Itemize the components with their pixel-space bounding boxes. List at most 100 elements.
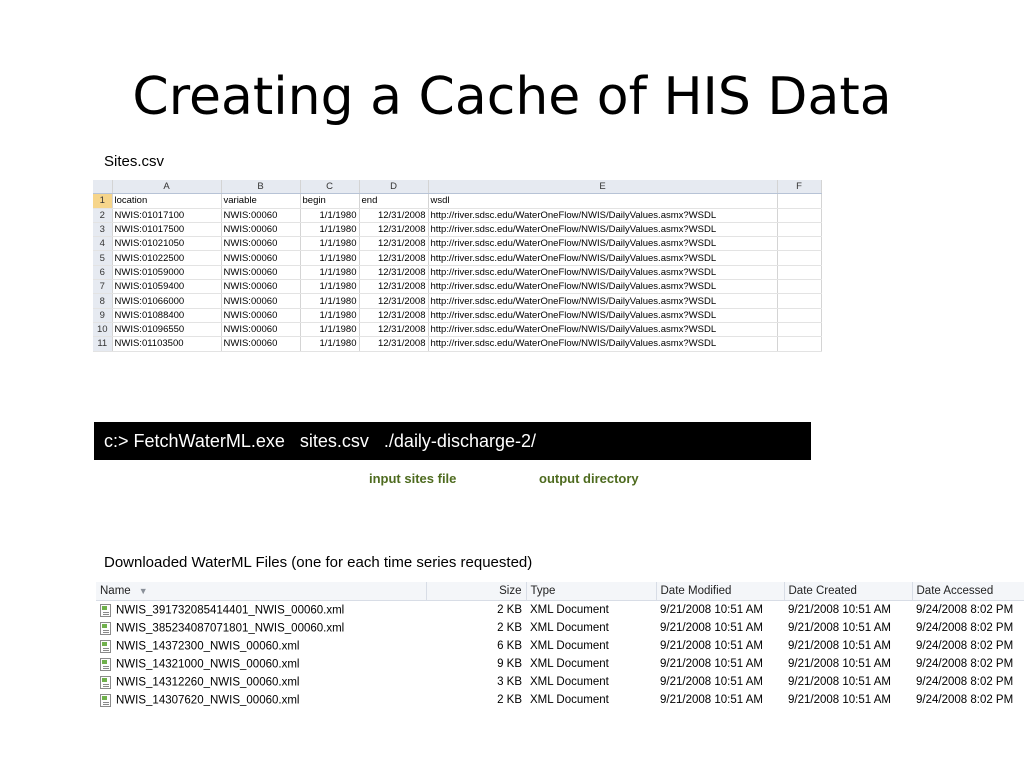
cell-begin[interactable]: 1/1/1980 — [300, 322, 360, 338]
row-number[interactable]: 9 — [93, 308, 113, 323]
cell-begin[interactable]: 1/1/1980 — [300, 265, 360, 281]
column-header-e[interactable]: E — [428, 180, 778, 195]
row-number[interactable]: 5 — [93, 250, 113, 266]
column-date-modified[interactable]: Date Modified — [656, 582, 785, 601]
cell-begin[interactable]: begin — [300, 193, 360, 209]
cell-location[interactable]: NWIS:01017100 — [112, 208, 222, 223]
row-number[interactable]: 1 — [93, 193, 113, 209]
cell-empty[interactable] — [777, 193, 822, 209]
cell-end[interactable]: 12/31/2008 — [359, 308, 429, 323]
cell-empty[interactable] — [777, 293, 822, 309]
cell-end[interactable]: 12/31/2008 — [359, 279, 429, 295]
cell-empty[interactable] — [777, 336, 822, 352]
cell-wsdl[interactable]: http://river.sdsc.edu/WaterOneFlow/NWIS/… — [428, 336, 778, 352]
cell-begin[interactable]: 1/1/1980 — [300, 222, 360, 238]
cell-end[interactable]: 12/31/2008 — [359, 265, 429, 281]
cell-variable[interactable]: variable — [221, 193, 301, 209]
cell-wsdl[interactable]: http://river.sdsc.edu/WaterOneFlow/NWIS/… — [428, 308, 778, 323]
cell-location[interactable]: NWIS:01103500 — [112, 336, 222, 352]
cell-variable[interactable]: NWIS:00060 — [221, 265, 301, 281]
column-header-c[interactable]: C — [300, 180, 360, 195]
row-number[interactable]: 4 — [93, 236, 113, 252]
cell-end[interactable]: 12/31/2008 — [359, 336, 429, 352]
cell-location[interactable]: NWIS:01021050 — [112, 236, 222, 252]
file-row[interactable]: NWIS_385234087071801_NWIS_00060.xml 2 KB… — [96, 619, 1024, 637]
cell-empty[interactable] — [777, 236, 822, 252]
cell-wsdl[interactable]: http://river.sdsc.edu/WaterOneFlow/NWIS/… — [428, 222, 778, 238]
cell-location[interactable]: NWIS:01059400 — [112, 279, 222, 295]
cell-end[interactable]: 12/31/2008 — [359, 208, 429, 223]
cell-begin[interactable]: 1/1/1980 — [300, 208, 360, 223]
cell-variable[interactable]: NWIS:00060 — [221, 222, 301, 238]
column-size[interactable]: Size — [426, 582, 527, 601]
cell-begin[interactable]: 1/1/1980 — [300, 279, 360, 295]
cell-end[interactable]: 12/31/2008 — [359, 322, 429, 338]
cell-location[interactable]: NWIS:01088400 — [112, 308, 222, 323]
row-number[interactable]: 8 — [93, 293, 113, 309]
cell-variable[interactable]: NWIS:00060 — [221, 250, 301, 266]
column-date-accessed[interactable]: Date Accessed — [912, 582, 1024, 601]
column-type[interactable]: Type — [526, 582, 657, 601]
file-row[interactable]: NWIS_391732085414401_NWIS_00060.xml 2 KB… — [96, 601, 1024, 620]
select-all-corner[interactable] — [93, 180, 113, 195]
cell-variable[interactable]: NWIS:00060 — [221, 336, 301, 352]
cell-end[interactable]: 12/31/2008 — [359, 222, 429, 238]
file-row[interactable]: NWIS_14321000_NWIS_00060.xml 9 KB XML Do… — [96, 655, 1024, 673]
cell-empty[interactable] — [777, 308, 822, 323]
cell-empty[interactable] — [777, 279, 822, 295]
column-date-created[interactable]: Date Created — [784, 582, 913, 601]
cell-end[interactable]: 12/31/2008 — [359, 236, 429, 252]
cell-begin[interactable]: 1/1/1980 — [300, 293, 360, 309]
cell-location[interactable]: NWIS:01066000 — [112, 293, 222, 309]
cell-variable[interactable]: NWIS:00060 — [221, 308, 301, 323]
cell-wsdl[interactable]: wsdl — [428, 193, 778, 209]
row-number[interactable]: 3 — [93, 222, 113, 238]
file-name-cell[interactable]: NWIS_391732085414401_NWIS_00060.xml — [96, 601, 426, 620]
cell-empty[interactable] — [777, 322, 822, 338]
cell-begin[interactable]: 1/1/1980 — [300, 236, 360, 252]
cell-location[interactable]: location — [112, 193, 222, 209]
cell-variable[interactable]: NWIS:00060 — [221, 279, 301, 295]
cell-empty[interactable] — [777, 222, 822, 238]
cell-location[interactable]: NWIS:01017500 — [112, 222, 222, 238]
cell-end[interactable]: 12/31/2008 — [359, 293, 429, 309]
cell-wsdl[interactable]: http://river.sdsc.edu/WaterOneFlow/NWIS/… — [428, 265, 778, 281]
cell-end[interactable]: 12/31/2008 — [359, 250, 429, 266]
row-number[interactable]: 6 — [93, 265, 113, 281]
file-name-cell[interactable]: NWIS_14321000_NWIS_00060.xml — [96, 655, 426, 673]
cell-location[interactable]: NWIS:01096550 — [112, 322, 222, 338]
cell-end[interactable]: end — [359, 193, 429, 209]
cell-wsdl[interactable]: http://river.sdsc.edu/WaterOneFlow/NWIS/… — [428, 208, 778, 223]
file-row[interactable]: NWIS_14372300_NWIS_00060.xml 6 KB XML Do… — [96, 637, 1024, 655]
cell-wsdl[interactable]: http://river.sdsc.edu/WaterOneFlow/NWIS/… — [428, 322, 778, 338]
cell-empty[interactable] — [777, 208, 822, 223]
column-header-b[interactable]: B — [221, 180, 301, 195]
row-number[interactable]: 10 — [93, 322, 113, 338]
cell-wsdl[interactable]: http://river.sdsc.edu/WaterOneFlow/NWIS/… — [428, 293, 778, 309]
file-row[interactable]: NWIS_14307620_NWIS_00060.xml 2 KB XML Do… — [96, 691, 1024, 709]
cell-begin[interactable]: 1/1/1980 — [300, 336, 360, 352]
cell-variable[interactable]: NWIS:00060 — [221, 322, 301, 338]
row-number[interactable]: 7 — [93, 279, 113, 295]
row-number[interactable]: 2 — [93, 208, 113, 223]
cell-variable[interactable]: NWIS:00060 — [221, 293, 301, 309]
row-number[interactable]: 11 — [93, 336, 113, 352]
cell-wsdl[interactable]: http://river.sdsc.edu/WaterOneFlow/NWIS/… — [428, 279, 778, 295]
cell-wsdl[interactable]: http://river.sdsc.edu/WaterOneFlow/NWIS/… — [428, 250, 778, 266]
cell-empty[interactable] — [777, 250, 822, 266]
file-name-cell[interactable]: NWIS_385234087071801_NWIS_00060.xml — [96, 619, 426, 637]
column-header-a[interactable]: A — [112, 180, 222, 195]
cell-wsdl[interactable]: http://river.sdsc.edu/WaterOneFlow/NWIS/… — [428, 236, 778, 252]
file-name-cell[interactable]: NWIS_14372300_NWIS_00060.xml — [96, 637, 426, 655]
file-name-cell[interactable]: NWIS_14307620_NWIS_00060.xml — [96, 691, 426, 709]
column-header-f[interactable]: F — [777, 180, 822, 195]
cell-begin[interactable]: 1/1/1980 — [300, 308, 360, 323]
file-name-cell[interactable]: NWIS_14312260_NWIS_00060.xml — [96, 673, 426, 691]
column-header-d[interactable]: D — [359, 180, 429, 195]
file-row[interactable]: NWIS_14312260_NWIS_00060.xml 3 KB XML Do… — [96, 673, 1024, 691]
cell-location[interactable]: NWIS:01022500 — [112, 250, 222, 266]
cell-location[interactable]: NWIS:01059000 — [112, 265, 222, 281]
column-name[interactable]: Name ▼ — [96, 582, 427, 601]
cell-begin[interactable]: 1/1/1980 — [300, 250, 360, 266]
cell-variable[interactable]: NWIS:00060 — [221, 236, 301, 252]
